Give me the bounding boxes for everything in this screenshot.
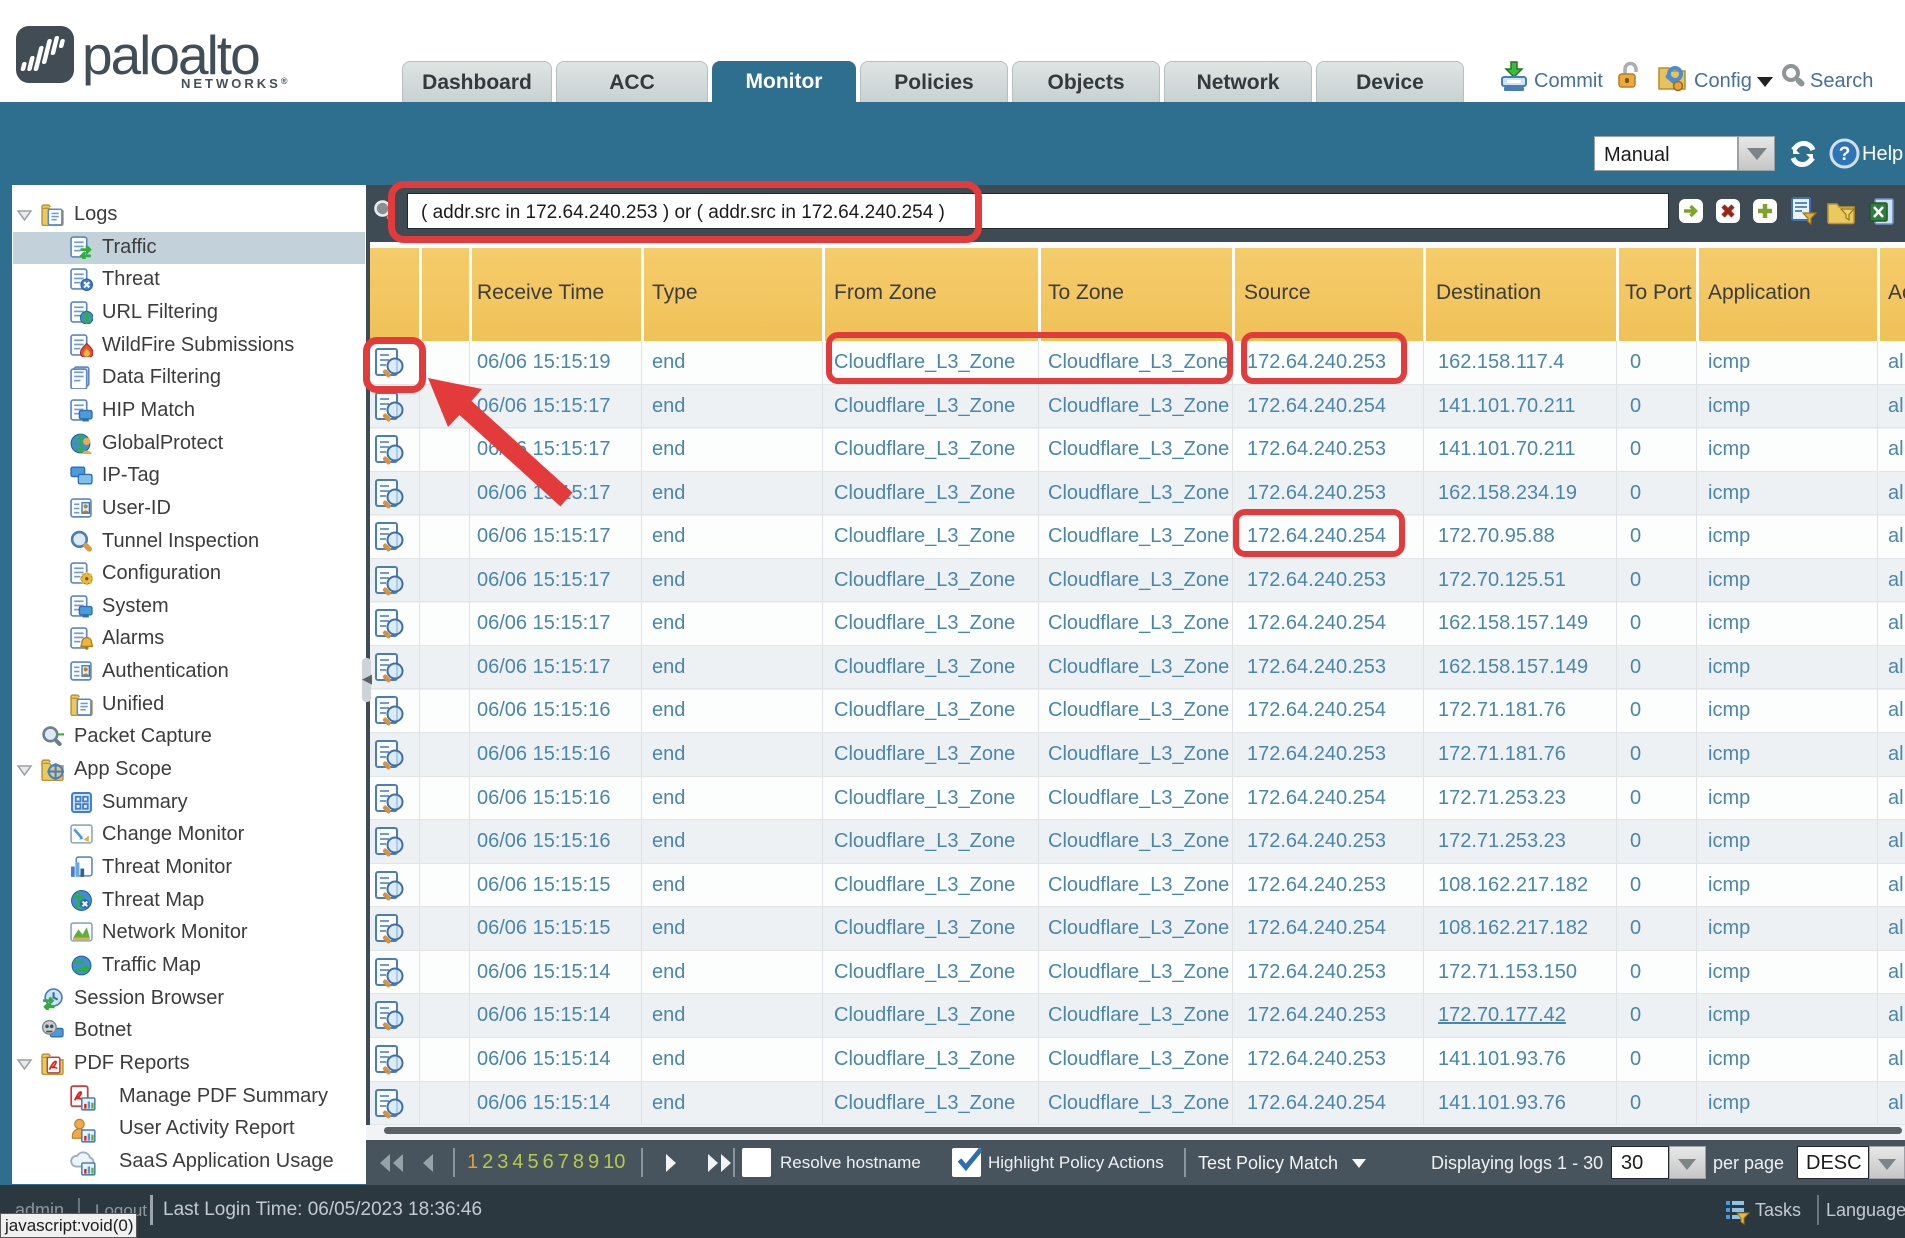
svg-text:?: ? <box>1839 144 1851 165</box>
